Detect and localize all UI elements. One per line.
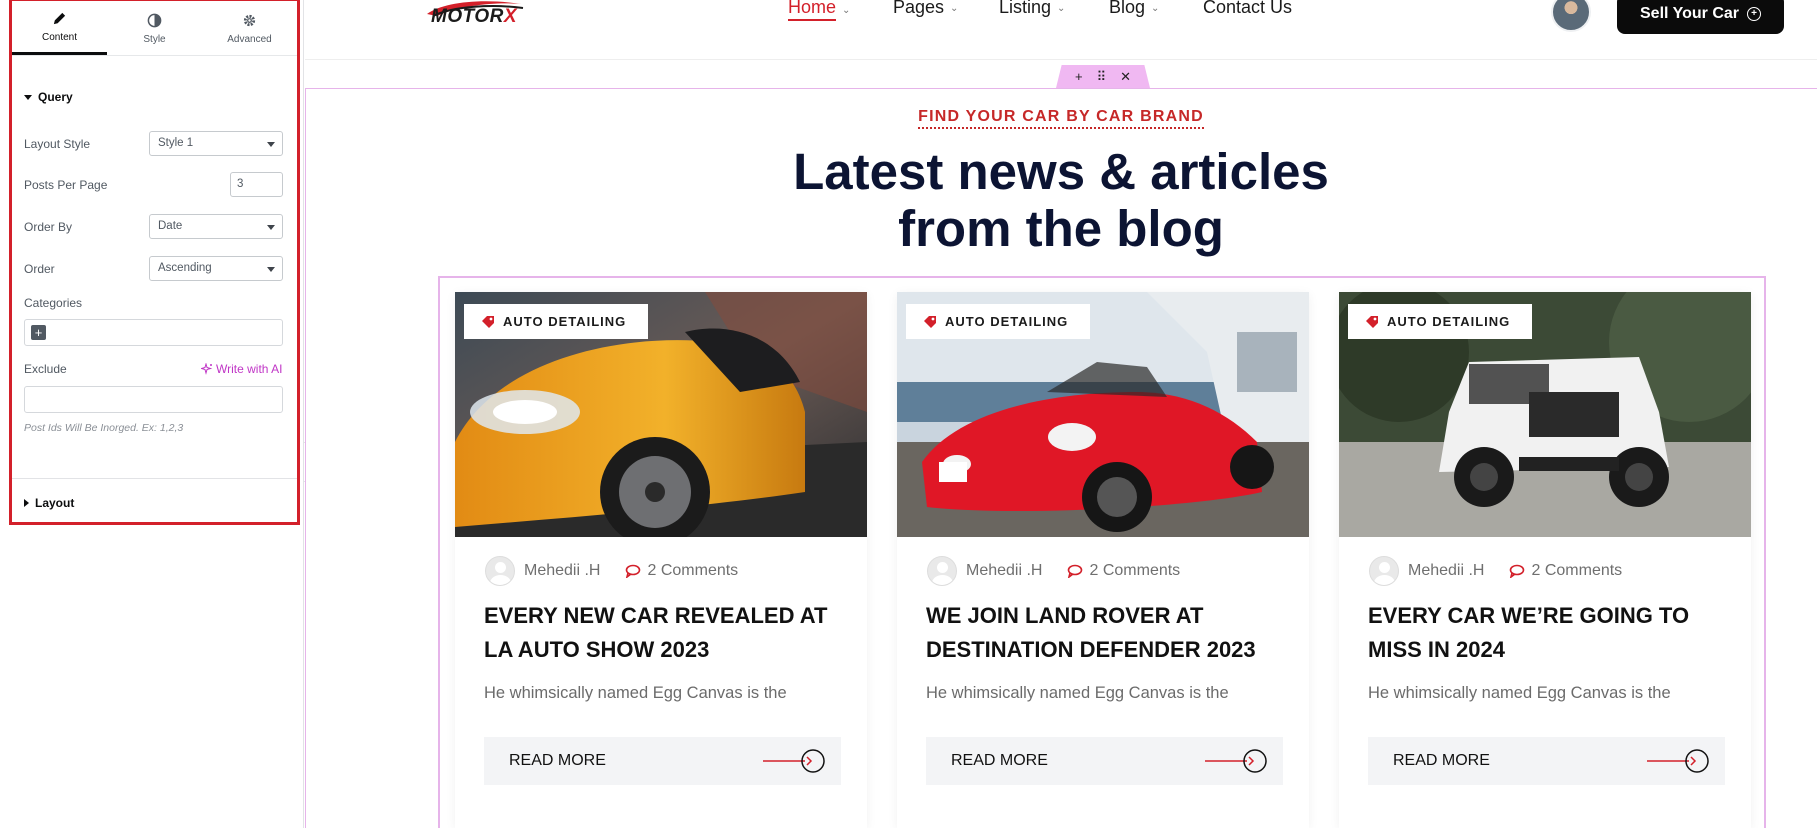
logo-prefix: MOTOR — [431, 6, 504, 27]
comments-label: 2 Comments — [1531, 562, 1623, 579]
read-more-button[interactable]: READ MORE — [1368, 737, 1725, 785]
nav-pages[interactable]: Pages ⌄ — [893, 0, 958, 18]
nav-home-label: Home — [788, 0, 837, 21]
nav-blog[interactable]: Blog ⌄ — [1109, 0, 1159, 18]
post-card: AUTO DETAILING Mehedii .H 2 Comments WE … — [897, 292, 1309, 828]
nav-listing[interactable]: Listing ⌄ — [999, 0, 1065, 18]
section-handle[interactable]: + ⠿ ✕ — [1056, 65, 1150, 88]
read-more-label: READ MORE — [1393, 752, 1490, 769]
comments-count[interactable]: 2 Comments — [1067, 562, 1180, 580]
plus-circle-icon: + — [1747, 7, 1761, 21]
section-headline: Latest news & articles from the blog — [305, 143, 1817, 257]
site-header: MOTORX Home ⌄ Pages ⌄ Listing ⌄ Blog ⌄ Conta… — [305, 0, 1817, 60]
author-avatar — [485, 556, 515, 586]
tag-icon — [1366, 315, 1378, 328]
close-section-icon[interactable]: ✕ — [1120, 69, 1131, 85]
tag-icon — [482, 315, 494, 328]
category-tag-label: AUTO DETAILING — [503, 314, 627, 329]
category-tag-label: AUTO DETAILING — [1387, 314, 1511, 329]
post-excerpt: He whimsically named Egg Canvas is the — [1368, 684, 1671, 702]
drag-handle-icon[interactable]: ⠿ — [1097, 69, 1107, 85]
post-title[interactable]: WE JOIN LAND ROVER AT DESTINATION DEFEND… — [926, 599, 1286, 667]
category-tag[interactable]: AUTO DETAILING — [906, 304, 1091, 339]
post-card: AUTO DETAILING Mehedii .H 2 Comments EVE… — [455, 292, 867, 828]
comments-label: 2 Comments — [647, 562, 739, 579]
post-card: AUTO DETAILING Mehedii .H 2 Comments EVE… — [1339, 292, 1751, 828]
nav-contact-label: Contact Us — [1203, 0, 1293, 17]
sell-your-car-label: Sell Your Car — [1640, 5, 1739, 22]
post-meta: Mehedii .H 2 Comments — [1369, 556, 1622, 586]
comments-count[interactable]: 2 Comments — [625, 562, 738, 580]
sell-your-car-button[interactable]: Sell Your Car + — [1617, 0, 1784, 34]
nav-home[interactable]: Home ⌄ — [788, 0, 850, 21]
nav-contact[interactable]: Contact Us — [1203, 0, 1292, 18]
nav-blog-label: Blog — [1109, 0, 1146, 17]
comment-icon — [1510, 564, 1525, 578]
add-section-icon[interactable]: + — [1075, 69, 1083, 84]
chevron-down-icon: ⌄ — [950, 3, 959, 14]
logo-suffix: X — [503, 6, 518, 27]
author-avatar — [1369, 556, 1399, 586]
kicker-text: FIND YOUR CAR BY CAR BRAND — [918, 108, 1204, 129]
post-meta: Mehedii .H 2 Comments — [485, 556, 738, 586]
post-excerpt: He whimsically named Egg Canvas is the — [484, 684, 787, 702]
chevron-down-icon: ⌄ — [1057, 3, 1066, 14]
arrow-right-icon — [763, 749, 825, 773]
category-tag-label: AUTO DETAILING — [945, 314, 1069, 329]
category-tag[interactable]: AUTO DETAILING — [464, 304, 649, 339]
comment-icon — [1068, 564, 1083, 578]
author-name[interactable]: Mehedii .H — [966, 562, 1042, 580]
editor-panel: Content Style Advanced Query Layout Styl… — [0, 0, 304, 828]
section-kicker: FIND YOUR CAR BY CAR BRAND — [305, 108, 1817, 129]
logo[interactable]: MOTORX — [431, 6, 517, 28]
read-more-button[interactable]: READ MORE — [926, 737, 1283, 785]
tag-icon — [924, 315, 936, 328]
post-excerpt: He whimsically named Egg Canvas is the — [926, 684, 1229, 702]
user-avatar[interactable] — [1551, 0, 1591, 32]
comment-icon — [626, 564, 641, 578]
read-more-label: READ MORE — [509, 752, 606, 769]
headline-line-1: Latest news & articles — [793, 143, 1329, 200]
page-preview: MOTORX Home ⌄ Pages ⌄ Listing ⌄ Blog ⌄ Conta… — [305, 0, 1817, 828]
chevron-down-icon: ⌄ — [842, 4, 851, 16]
nav-pages-label: Pages — [893, 0, 945, 17]
post-meta: Mehedii .H 2 Comments — [927, 556, 1180, 586]
headline-line-2: from the blog — [898, 200, 1224, 257]
read-more-button[interactable]: READ MORE — [484, 737, 841, 785]
comments-count[interactable]: 2 Comments — [1509, 562, 1622, 580]
author-name[interactable]: Mehedii .H — [1408, 562, 1484, 580]
arrow-right-icon — [1205, 749, 1267, 773]
nav-listing-label: Listing — [999, 0, 1052, 17]
author-name[interactable]: Mehedii .H — [524, 562, 600, 580]
post-title[interactable]: EVERY CAR WE’RE GOING TO MISS IN 2024 — [1368, 599, 1728, 667]
category-tag[interactable]: AUTO DETAILING — [1348, 304, 1533, 339]
read-more-label: READ MORE — [951, 752, 1048, 769]
author-avatar — [927, 556, 957, 586]
comments-label: 2 Comments — [1089, 562, 1181, 579]
arrow-right-icon — [1647, 749, 1709, 773]
highlight-frame — [9, 0, 300, 525]
chevron-down-icon: ⌄ — [1151, 3, 1160, 14]
post-title[interactable]: EVERY NEW CAR REVEALED AT LA AUTO SHOW 2… — [484, 599, 844, 667]
